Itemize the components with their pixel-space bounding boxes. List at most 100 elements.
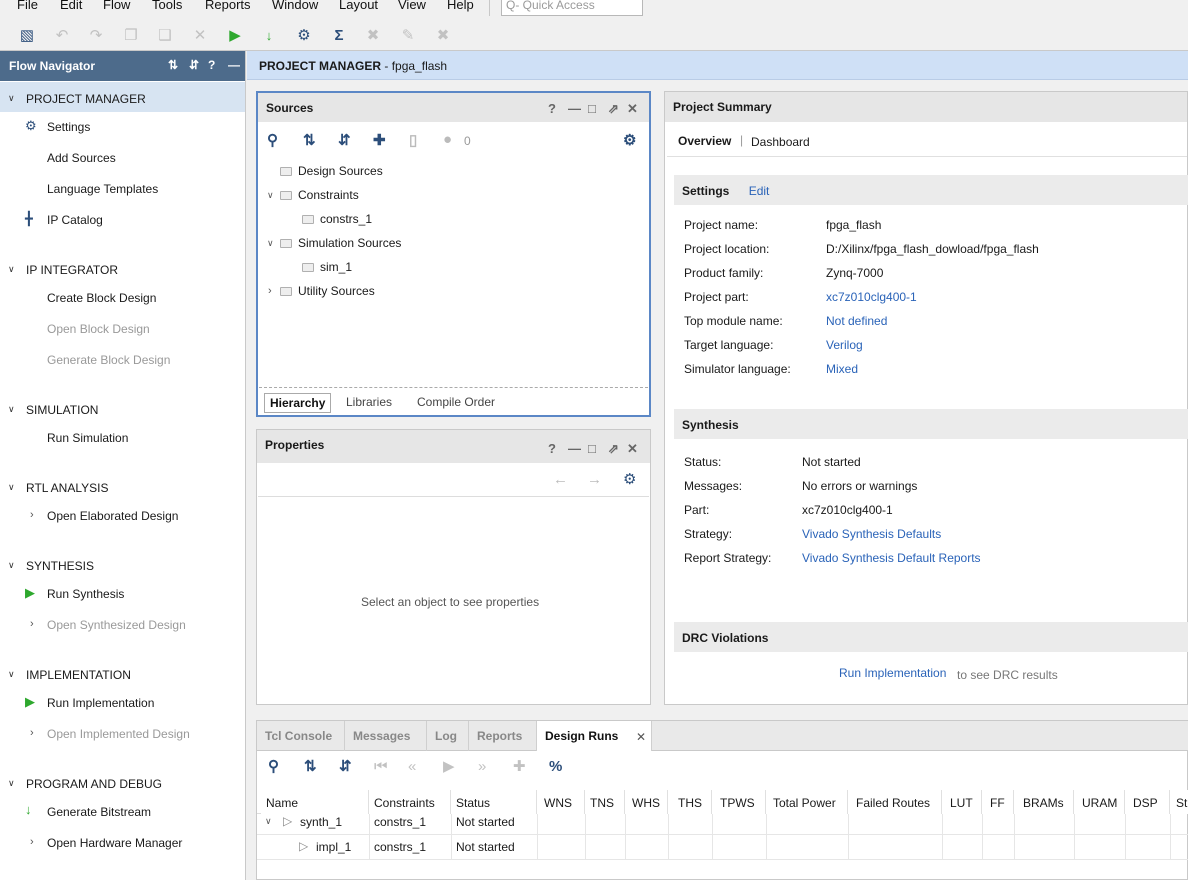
tab-compile-order[interactable]: Compile Order [412,393,500,411]
tab-libraries[interactable]: Libraries [341,393,397,411]
menu-view[interactable]: View [398,0,426,12]
tab-reports[interactable]: Reports [469,721,537,751]
add-icon[interactable]: ✚ [373,131,386,149]
tool-disabled-2-icon[interactable]: ✎ [398,25,418,45]
previous-icon[interactable]: « [408,759,416,774]
percent-icon[interactable]: % [549,759,562,774]
bitstream-icon[interactable]: ↓ [259,25,279,45]
tool-disabled-1-icon[interactable]: ✖ [363,25,383,45]
minimize-icon[interactable]: — [568,101,581,116]
tree-item-utility-sources[interactable]: Utility Sources [280,284,375,298]
simulator-language-link[interactable]: Mixed [826,362,858,376]
sigma-icon[interactable]: Σ [329,25,349,45]
chevron-down-icon[interactable]: ∨ [8,482,15,493]
section-ip-integrator[interactable]: IP INTEGRATOR [26,263,118,277]
collapse-all-icon[interactable]: ⇅ [304,759,317,774]
section-synthesis[interactable]: SYNTHESIS [26,559,94,573]
float-icon[interactable]: ⇗ [608,441,619,457]
chevron-right-icon[interactable]: › [30,836,34,848]
help-icon[interactable]: ? [548,101,556,116]
expand-all-icon[interactable]: ⇵ [339,759,352,774]
nav-open-block-design[interactable]: Open Block Design [47,322,150,336]
synthesis-strategy-link[interactable]: Vivado Synthesis Defaults [802,527,941,541]
nav-settings[interactable]: Settings [47,120,90,134]
chevron-right-icon[interactable]: › [30,727,34,739]
tree-item-design-sources[interactable]: Design Sources [280,164,383,178]
tree-item-simulation-sources[interactable]: Simulation Sources [280,236,401,250]
doc-icon[interactable]: ▯ [409,131,417,149]
tab-log[interactable]: Log [427,721,469,751]
menu-file[interactable]: File [17,0,38,12]
tab-tcl-console[interactable]: Tcl Console [257,721,345,751]
maximize-icon[interactable]: □ [588,441,596,456]
search-icon[interactable]: ⚲ [267,131,278,149]
back-arrow-icon[interactable]: ← [553,471,568,488]
table-row[interactable]: ∨ ▷ synth_1 constrs_1 Not started [257,810,1188,834]
nav-generate-bitstream[interactable]: Generate Bitstream [47,805,151,819]
help-icon[interactable]: ? [208,58,215,72]
tree-item-constraints[interactable]: Constraints [280,188,359,202]
tab-messages[interactable]: Messages [345,721,427,751]
minimize-icon[interactable]: — [568,441,581,456]
undo-icon[interactable]: ↶ [52,25,72,45]
gear-icon[interactable]: ⚙ [623,131,636,149]
chevron-right-icon[interactable]: › [30,618,34,630]
nav-language-templates[interactable]: Language Templates [47,182,158,196]
tool-disabled-3-icon[interactable]: ✖ [433,25,453,45]
menu-edit[interactable]: Edit [60,0,82,12]
chevron-down-icon[interactable]: ∨ [8,560,15,571]
menu-window[interactable]: Window [272,0,318,12]
menu-flow[interactable]: Flow [103,0,130,12]
chevron-down-icon[interactable]: ∨ [8,669,15,680]
section-program-and-debug[interactable]: PROGRAM AND DEBUG [26,777,162,791]
nav-open-hardware-manager[interactable]: Open Hardware Manager [47,836,182,850]
section-project-manager[interactable]: PROJECT MANAGER [26,92,146,106]
section-implementation[interactable]: IMPLEMENTATION [26,668,131,682]
maximize-icon[interactable]: □ [588,101,596,116]
redo-icon[interactable]: ↷ [86,25,106,45]
top-module-link[interactable]: Not defined [826,314,887,328]
nav-open-implemented-design[interactable]: Open Implemented Design [47,727,190,741]
collapse-all-icon[interactable]: ⇅ [168,58,178,72]
menu-tools[interactable]: Tools [152,0,182,12]
nav-create-block-design[interactable]: Create Block Design [47,291,156,305]
project-part-link[interactable]: xc7z010clg400-1 [826,290,917,304]
report-strategy-link[interactable]: Vivado Synthesis Default Reports [802,551,981,565]
open-project-icon[interactable]: ▧ [17,25,37,45]
menu-help[interactable]: Help [447,0,474,12]
target-language-link[interactable]: Verilog [826,338,863,352]
chevron-down-icon[interactable]: ∨ [267,190,274,201]
tab-hierarchy[interactable]: Hierarchy [264,393,332,413]
nav-open-elaborated-design[interactable]: Open Elaborated Design [47,509,178,523]
play-icon[interactable]: ▶ [443,759,455,774]
float-icon[interactable]: ⇗ [608,101,619,117]
next-icon[interactable]: » [478,759,486,774]
forward-arrow-icon[interactable]: → [587,471,602,488]
section-simulation[interactable]: SIMULATION [26,403,98,417]
tree-item-constrs-1[interactable]: constrs_1 [302,212,372,226]
chevron-down-icon[interactable]: ∨ [8,264,15,275]
chevron-right-icon[interactable]: › [30,509,34,521]
nav-run-simulation[interactable]: Run Simulation [47,431,128,445]
tab-dashboard[interactable]: Dashboard [751,135,810,149]
nav-run-synthesis[interactable]: Run Synthesis [47,587,124,601]
quick-access-input[interactable]: Q- Quick Access [501,0,643,16]
nav-open-synthesized-design[interactable]: Open Synthesized Design [47,618,186,632]
expand-all-icon[interactable]: ⇵ [189,58,199,72]
collapse-all-icon[interactable]: ⇅ [303,131,316,149]
menu-layout[interactable]: Layout [339,0,378,12]
run-icon[interactable]: ▶ [225,25,245,45]
chevron-right-icon[interactable]: › [268,285,272,297]
menu-reports[interactable]: Reports [205,0,251,12]
help-icon[interactable]: ? [548,441,556,456]
minimize-icon[interactable]: — [228,58,240,72]
settings-edit-link[interactable]: Edit [749,184,770,198]
expand-all-icon[interactable]: ⇵ [338,131,351,149]
delete-icon[interactable]: ✕ [190,25,210,45]
nav-run-implementation[interactable]: Run Implementation [47,696,154,710]
chevron-down-icon[interactable]: ∨ [8,93,15,104]
add-icon[interactable]: ✚ [513,759,526,774]
table-row[interactable]: ▷ impl_1 constrs_1 Not started [257,835,1188,859]
nav-generate-block-design[interactable]: Generate Block Design [47,353,170,367]
nav-add-sources[interactable]: Add Sources [47,151,116,165]
